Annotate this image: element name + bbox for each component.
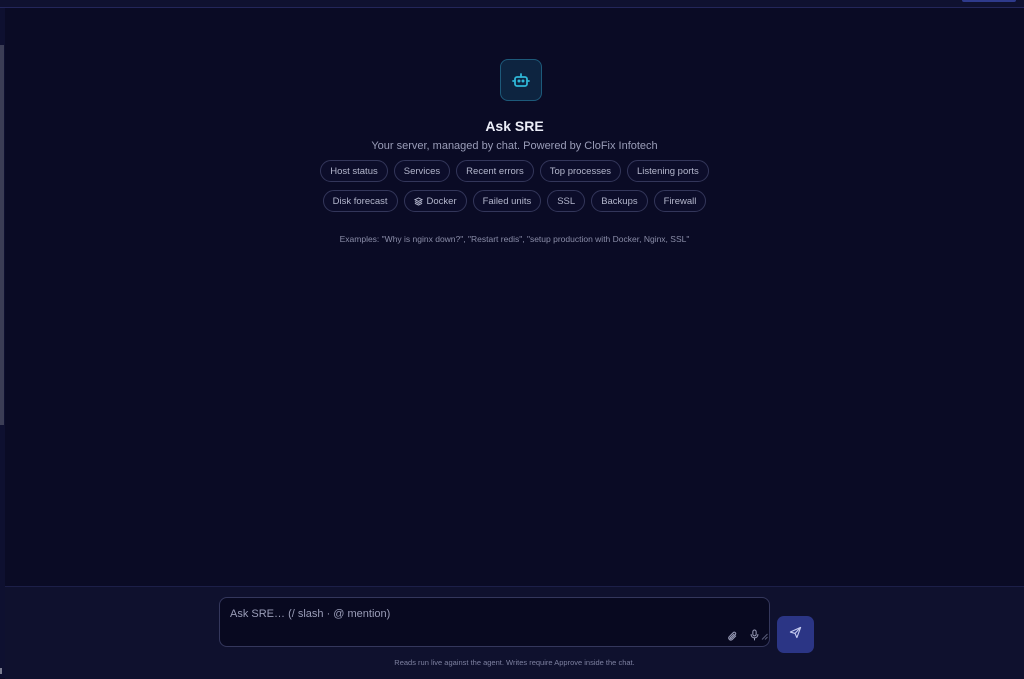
send-button[interactable]	[777, 616, 814, 653]
send-icon	[789, 626, 802, 644]
page-subtitle: Your server, managed by chat. Powered by…	[371, 140, 658, 152]
chat-input-placeholder[interactable]: Ask SRE… (/ slash · @ mention)	[230, 608, 390, 620]
composer-footnote: Reads run live against the agent. Writes…	[394, 658, 635, 667]
chip-host-status[interactable]: Host status	[320, 160, 388, 182]
chip-ssl[interactable]: SSL	[547, 190, 586, 212]
quick-actions-row-1: Host status Services Recent errors Top p…	[5, 160, 1024, 182]
docker-icon	[413, 196, 423, 206]
chip-top-processes[interactable]: Top processes	[539, 160, 621, 182]
scrollbar[interactable]	[0, 45, 4, 425]
microphone-icon[interactable]	[749, 628, 760, 646]
chip-failed-units[interactable]: Failed units	[472, 190, 542, 212]
paperclip-icon[interactable]	[727, 629, 738, 647]
page-title: Ask SRE	[485, 118, 544, 134]
quick-actions-row-2: Disk forecast Docker Failed units SSL Ba…	[5, 190, 1024, 212]
resize-marker	[0, 668, 2, 674]
chip-listening-ports[interactable]: Listening ports	[627, 160, 709, 182]
chip-firewall[interactable]: Firewall	[653, 190, 707, 212]
chip-recent-errors[interactable]: Recent errors	[456, 160, 534, 182]
resize-handle-icon[interactable]	[761, 627, 768, 645]
chat-area: Ask SRE Your server, managed by chat. Po…	[5, 8, 1024, 586]
chip-backups[interactable]: Backups	[591, 190, 648, 212]
top-bar	[0, 0, 1024, 8]
robot-icon	[500, 59, 542, 101]
chip-services[interactable]: Services	[393, 160, 451, 182]
top-bar-button[interactable]	[962, 0, 1016, 2]
composer-bar: Ask SRE… (/ slash · @ mention) Reads run…	[5, 586, 1024, 679]
chat-input[interactable]: Ask SRE… (/ slash · @ mention)	[219, 597, 770, 647]
chip-disk-forecast[interactable]: Disk forecast	[322, 190, 398, 212]
examples-text: Examples: "Why is nginx down?", "Restart…	[339, 234, 690, 244]
chip-docker[interactable]: Docker	[403, 190, 467, 212]
